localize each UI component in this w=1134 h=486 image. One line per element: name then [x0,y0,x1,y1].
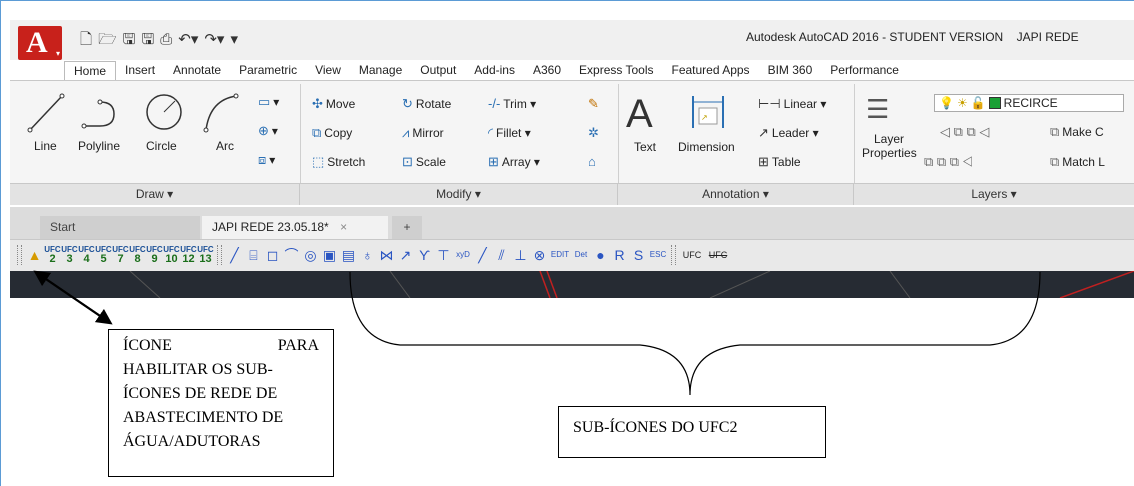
note-word: PARA [277,337,319,354]
note-line-1: ÍCONE PARA [123,334,319,358]
left-annotation-box: ÍCONE PARA HABILITAR OS SUB- ÍCONES DE RE… [108,329,334,477]
brace-icon [349,271,1041,396]
right-note-text: SUB-ÍCONES DO UFC2 [573,419,738,436]
note-word: ÍCONE [123,337,172,354]
note-line-2: HABILITAR OS SUB- [123,361,273,378]
right-annotation-box: SUB-ÍCONES DO UFC2 [558,406,826,458]
note-line-5: ÁGUA/ADUTORAS [123,433,261,450]
arrow-to-box [39,274,113,325]
note-line-3: ÍCONES DE REDE DE [123,385,278,402]
note-line-4: ABASTECIMENTO DE [123,409,284,426]
